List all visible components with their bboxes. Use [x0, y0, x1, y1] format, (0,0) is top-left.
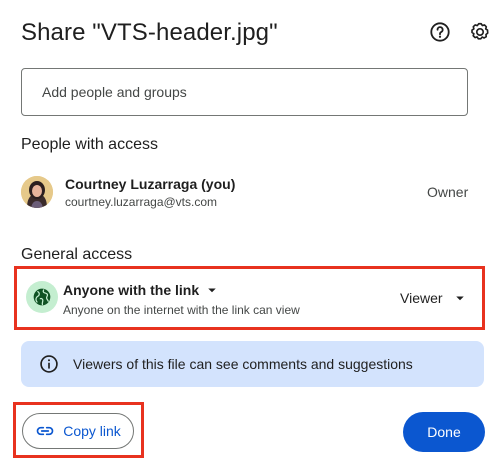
copy-link-highlight: Copy link [13, 402, 144, 458]
access-type-dropdown[interactable]: Anyone with the link [63, 281, 221, 299]
caret-down-icon [455, 296, 464, 301]
help-button[interactable] [428, 20, 452, 44]
add-people-input[interactable]: Add people and groups [21, 68, 468, 116]
person-role: Owner [427, 184, 469, 200]
info-banner: Viewers of this file can see comments an… [21, 341, 484, 387]
link-icon [36, 426, 54, 436]
help-icon [430, 22, 450, 42]
person-email: courtney.luzarraga@vts.com [65, 195, 218, 209]
avatar [21, 176, 53, 208]
settings-button[interactable] [468, 20, 492, 44]
copy-link-button[interactable]: Copy link [22, 413, 134, 449]
info-banner-text: Viewers of this file can see comments an… [73, 356, 413, 372]
person-name: Courtney Luzarraga (you) [65, 176, 236, 192]
gear-icon [471, 22, 489, 40]
role-label: Viewer [400, 290, 443, 306]
copy-link-label: Copy link [63, 423, 121, 439]
access-type-label: Anyone with the link [63, 282, 200, 298]
done-button[interactable]: Done [403, 412, 485, 452]
done-label: Done [427, 424, 461, 440]
caret-down-icon [208, 288, 216, 293]
dialog-title: Share "VTS-header.jpg" [21, 19, 278, 46]
access-description: Anyone on the internet with the link can… [63, 303, 300, 317]
role-dropdown[interactable]: Viewer [400, 289, 469, 307]
general-access-row: Anyone with the link Anyone on the inter… [14, 266, 485, 330]
people-with-access-heading: People with access [21, 136, 158, 153]
globe-icon [26, 281, 58, 313]
general-access-heading: General access [21, 246, 133, 263]
add-people-placeholder: Add people and groups [42, 84, 187, 100]
info-icon [39, 354, 59, 374]
